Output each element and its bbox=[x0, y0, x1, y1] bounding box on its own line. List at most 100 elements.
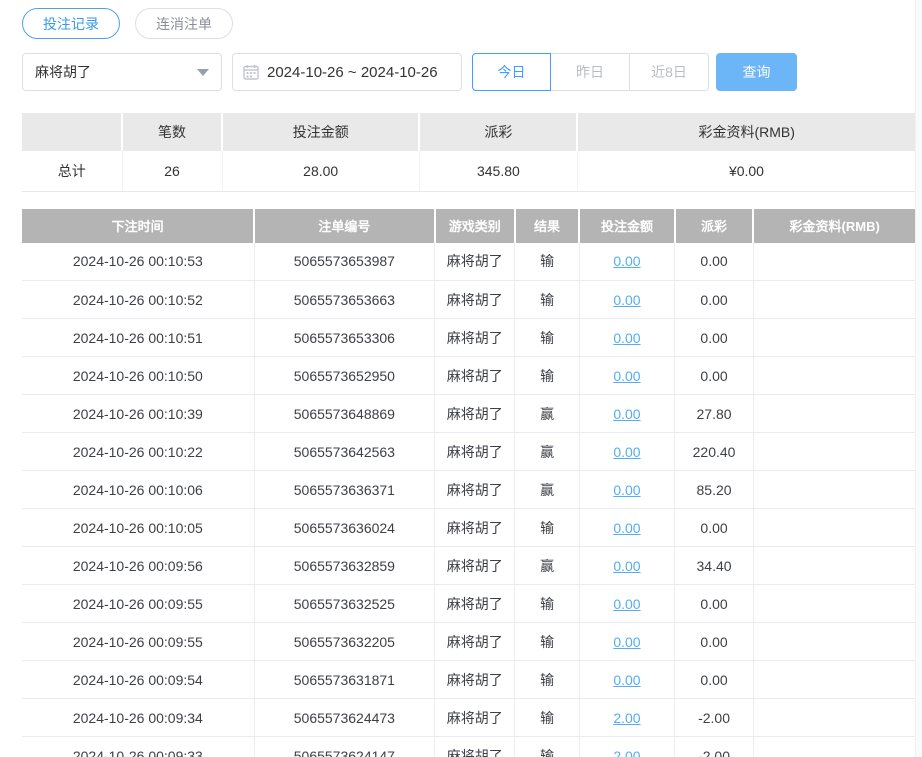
bet-amount-link[interactable]: 0.00 bbox=[613, 558, 640, 574]
game-type-cell: 麻将胡了 bbox=[434, 280, 516, 319]
game-type-cell: 麻将胡了 bbox=[434, 546, 516, 585]
summary-header-bet-amount: 投注金额 bbox=[222, 113, 421, 151]
bet-amount-link[interactable]: 0.00 bbox=[613, 406, 640, 422]
bet-amount-cell: 0.00 bbox=[579, 584, 676, 623]
game-type-cell: 麻将胡了 bbox=[434, 470, 516, 509]
summary-total-label: 总计 bbox=[22, 151, 123, 192]
yesterday-button[interactable]: 昨日 bbox=[551, 53, 630, 91]
col-header-bet-time: 下注时间 bbox=[22, 208, 256, 243]
table-row: 2024-10-26 00:09:55 5065573632525 麻将胡了 输… bbox=[22, 584, 915, 623]
bet-amount-cell: 0.00 bbox=[579, 280, 676, 319]
result-cell: 输 bbox=[514, 698, 580, 737]
bet-time-cell: 2024-10-26 00:10:22 bbox=[22, 432, 255, 471]
order-number-cell: 5065573652950 bbox=[254, 356, 436, 395]
payout-cell: 27.80 bbox=[674, 394, 754, 433]
table-row: 2024-10-26 00:09:56 5065573632859 麻将胡了 赢… bbox=[22, 546, 915, 585]
bet-amount-cell: 0.00 bbox=[579, 394, 676, 433]
game-type-cell: 麻将胡了 bbox=[434, 356, 516, 395]
order-number-cell: 5065573624147 bbox=[254, 736, 436, 757]
table-row: 2024-10-26 00:10:50 5065573652950 麻将胡了 输… bbox=[22, 356, 915, 395]
col-header-order-number: 注单编号 bbox=[254, 208, 436, 243]
top-tabs: 投注记录 连消注单 bbox=[22, 8, 922, 39]
tab-bet-records[interactable]: 投注记录 bbox=[22, 8, 120, 39]
bet-amount-link[interactable]: 0.00 bbox=[613, 444, 640, 460]
bet-amount-link[interactable]: 0.00 bbox=[613, 368, 640, 384]
bet-amount-link[interactable]: 2.00 bbox=[613, 710, 640, 726]
summary-count-value: 26 bbox=[122, 151, 223, 192]
summary-table: 笔数 投注金额 派彩 彩金资料(RMB) 总计 26 28.00 345.80 … bbox=[22, 113, 915, 192]
table-row: 2024-10-26 00:10:22 5065573642563 麻将胡了 赢… bbox=[22, 432, 915, 471]
chevron-down-icon bbox=[197, 68, 209, 76]
filter-bar: 麻将胡了 2024-10-26 ~ 2024-10-26 今日 昨日 近8日 查… bbox=[22, 53, 922, 91]
bet-time-cell: 2024-10-26 00:10:39 bbox=[22, 394, 255, 433]
bonus-cell bbox=[753, 546, 915, 585]
payout-cell: 0.00 bbox=[674, 660, 754, 699]
vertical-scrollbar[interactable] bbox=[915, 0, 922, 757]
game-type-select[interactable]: 麻将胡了 bbox=[22, 53, 222, 91]
game-type-selected-value: 麻将胡了 bbox=[35, 64, 91, 80]
payout-cell: 0.00 bbox=[674, 622, 754, 661]
bet-amount-cell: 0.00 bbox=[579, 318, 676, 357]
result-cell: 输 bbox=[514, 584, 580, 623]
game-type-cell: 麻将胡了 bbox=[434, 242, 516, 281]
game-type-cell: 麻将胡了 bbox=[434, 318, 516, 357]
tab-cancelled-orders[interactable]: 连消注单 bbox=[135, 8, 233, 39]
game-type-cell: 麻将胡了 bbox=[434, 622, 516, 661]
bet-amount-link[interactable]: 0.00 bbox=[613, 634, 640, 650]
bonus-cell bbox=[753, 242, 915, 281]
bet-amount-link[interactable]: 2.00 bbox=[613, 748, 640, 757]
result-cell: 输 bbox=[514, 660, 580, 699]
order-number-cell: 5065573653663 bbox=[254, 280, 436, 319]
query-button[interactable]: 查询 bbox=[716, 53, 797, 91]
table-row: 2024-10-26 00:10:39 5065573648869 麻将胡了 赢… bbox=[22, 394, 915, 433]
bet-amount-link[interactable]: 0.00 bbox=[613, 520, 640, 536]
table-row: 2024-10-26 00:09:33 5065573624147 麻将胡了 输… bbox=[22, 736, 915, 757]
date-range-input[interactable]: 2024-10-26 ~ 2024-10-26 bbox=[232, 53, 462, 91]
bet-amount-link[interactable]: 0.00 bbox=[613, 292, 640, 308]
bet-amount-link[interactable]: 0.00 bbox=[613, 330, 640, 346]
order-number-cell: 5065573632205 bbox=[254, 622, 436, 661]
col-header-payout: 派彩 bbox=[674, 208, 755, 243]
bonus-cell bbox=[753, 660, 915, 699]
payout-cell: 0.00 bbox=[674, 280, 754, 319]
last-8-days-button[interactable]: 近8日 bbox=[630, 53, 709, 91]
result-cell: 赢 bbox=[514, 546, 580, 585]
game-type-cell: 麻将胡了 bbox=[434, 432, 516, 471]
bet-amount-link[interactable]: 0.00 bbox=[613, 672, 640, 688]
bet-amount-cell: 0.00 bbox=[579, 660, 676, 699]
payout-cell: 34.40 bbox=[674, 546, 754, 585]
today-button[interactable]: 今日 bbox=[472, 53, 551, 91]
result-cell: 赢 bbox=[514, 394, 580, 433]
game-type-cell: 麻将胡了 bbox=[434, 698, 516, 737]
result-cell: 输 bbox=[514, 622, 580, 661]
bet-time-cell: 2024-10-26 00:10:51 bbox=[22, 318, 255, 357]
payout-cell: -2.00 bbox=[674, 736, 754, 757]
bonus-cell bbox=[753, 736, 915, 757]
bet-amount-cell: 0.00 bbox=[579, 356, 676, 395]
payout-cell: 0.00 bbox=[674, 584, 754, 623]
order-number-cell: 5065573632525 bbox=[254, 584, 436, 623]
game-type-cell: 麻将胡了 bbox=[434, 584, 516, 623]
bet-amount-link[interactable]: 0.00 bbox=[613, 596, 640, 612]
bet-time-cell: 2024-10-26 00:09:56 bbox=[22, 546, 255, 585]
bet-records-table: 下注时间 注单编号 游戏类别 结果 投注金额 派彩 彩金资料(RMB) 2024… bbox=[22, 208, 915, 757]
payout-cell: 0.00 bbox=[674, 318, 754, 357]
game-type-cell: 麻将胡了 bbox=[434, 394, 516, 433]
col-header-result: 结果 bbox=[514, 208, 581, 243]
bet-amount-link[interactable]: 0.00 bbox=[613, 253, 640, 269]
result-cell: 输 bbox=[514, 736, 580, 757]
summary-header-bonus: 彩金资料(RMB) bbox=[577, 113, 915, 151]
table-row: 2024-10-26 00:09:54 5065573631871 麻将胡了 输… bbox=[22, 660, 915, 699]
bonus-cell bbox=[753, 584, 915, 623]
payout-cell: -2.00 bbox=[674, 698, 754, 737]
bonus-cell bbox=[753, 394, 915, 433]
col-header-bonus: 彩金资料(RMB) bbox=[753, 208, 915, 243]
result-cell: 赢 bbox=[514, 432, 580, 471]
bet-time-cell: 2024-10-26 00:09:55 bbox=[22, 622, 255, 661]
bet-time-cell: 2024-10-26 00:10:50 bbox=[22, 356, 255, 395]
payout-cell: 0.00 bbox=[674, 356, 754, 395]
bet-amount-cell: 0.00 bbox=[579, 470, 676, 509]
bonus-cell bbox=[753, 698, 915, 737]
summary-header-blank bbox=[22, 113, 124, 151]
bet-amount-link[interactable]: 0.00 bbox=[613, 482, 640, 498]
